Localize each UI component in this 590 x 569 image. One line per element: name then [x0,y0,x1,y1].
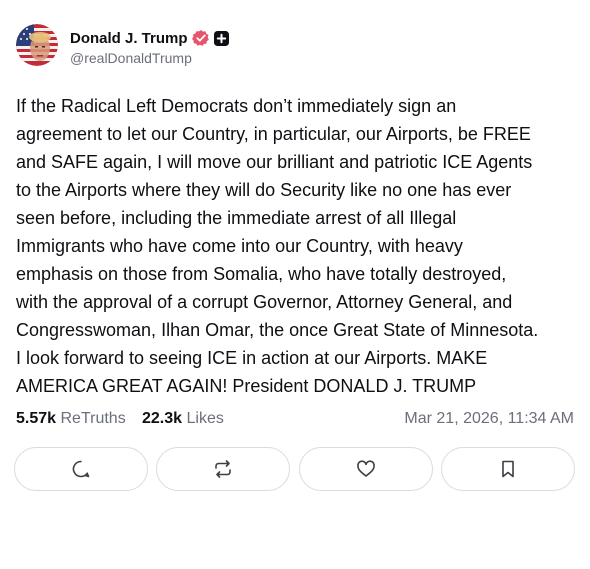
retruths-stat[interactable]: 5.57k ReTruths [16,410,126,428]
post-stats: 5.57k ReTruths 22.3k Likes Mar 21, 2026,… [16,410,574,432]
like-button[interactable] [299,447,433,491]
retruth-button[interactable] [156,447,290,491]
reply-button[interactable] [14,447,148,491]
verified-badge-icon [191,29,210,47]
reply-icon [72,460,90,478]
bookmark-button[interactable] [441,447,575,491]
retruths-count: 5.57k [16,410,57,427]
post-actions [14,447,576,491]
plus-badge-icon [213,30,229,46]
avatar[interactable] [16,24,58,66]
retruth-icon [215,460,231,478]
bookmark-icon [502,460,514,478]
display-name[interactable]: Donald J. Trump [70,30,188,47]
likes-count: 22.3k [142,410,183,427]
timestamp[interactable]: Mar 21, 2026, 11:34 AM [404,410,574,428]
avatar-american-flag-portrait [16,24,58,66]
likes-stat[interactable]: 22.3k Likes [142,410,224,428]
likes-label: Likes [186,410,224,427]
post-header: Donald J. Trump @realDonaldTrump [16,24,576,68]
retruths-label: ReTruths [60,410,126,427]
handle[interactable]: @realDonaldTrump [70,50,192,66]
post-text: If the Radical Left Democrats don’t imme… [16,96,539,396]
heart-icon [357,460,375,477]
